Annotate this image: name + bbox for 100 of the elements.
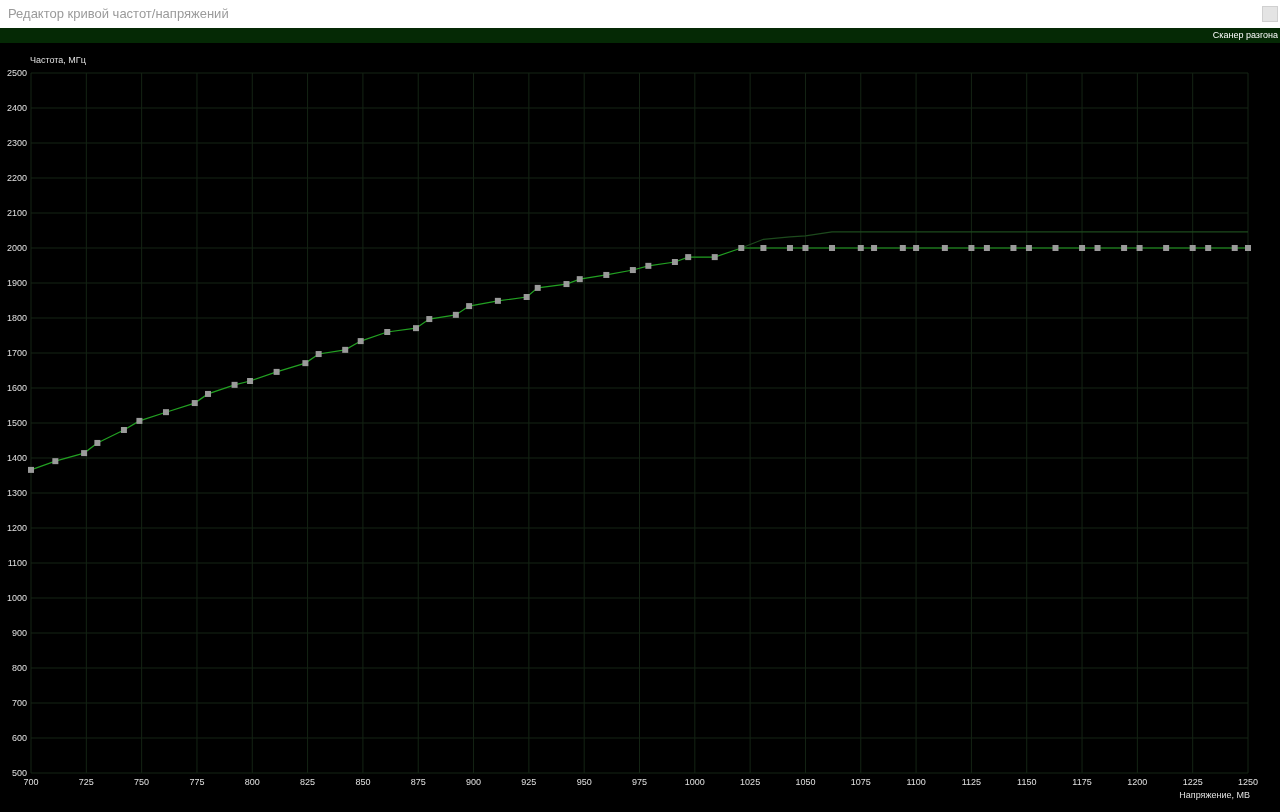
curve-point[interactable] [786, 245, 793, 251]
curve-point[interactable] [342, 346, 349, 353]
curve-point[interactable] [941, 245, 948, 251]
curve-point[interactable] [191, 400, 198, 407]
y-tick-label: 1800 [6, 313, 27, 323]
x-tick-label: 900 [466, 777, 482, 787]
x-tick-label: 950 [576, 777, 592, 787]
curve-point[interactable] [315, 351, 322, 358]
x-tick-label: 1000 [684, 777, 705, 787]
x-tick-label: 1200 [1127, 777, 1148, 787]
y-tick-label: 1300 [6, 488, 27, 498]
curve-point[interactable] [247, 378, 254, 384]
y-axis-title: Частота, МГц [30, 55, 86, 65]
x-tick-label: 1025 [740, 777, 761, 787]
curve-point[interactable] [94, 439, 101, 446]
y-tick-label: 2400 [6, 103, 27, 113]
x-tick-label: 1175 [1072, 777, 1092, 787]
y-tick-label: 2300 [6, 138, 27, 148]
curve-point[interactable] [603, 271, 610, 278]
x-tick-label: 850 [355, 777, 371, 787]
y-tick-label: 900 [11, 628, 27, 638]
curve-point[interactable] [629, 267, 636, 274]
curve-point[interactable] [534, 284, 541, 291]
curve-point[interactable] [273, 368, 280, 375]
curve-point[interactable] [52, 458, 59, 465]
curve-point[interactable] [576, 276, 583, 283]
curve-point[interactable] [413, 325, 419, 332]
curve-point[interactable] [384, 329, 391, 335]
x-tick-label: 1125 [961, 777, 982, 787]
curve-point[interactable] [983, 245, 990, 251]
curve-point[interactable] [899, 245, 906, 251]
scanner-button[interactable]: Сканер разгона [1212, 31, 1278, 40]
x-tick-label: 1075 [850, 777, 871, 787]
curve-point[interactable] [231, 381, 238, 388]
y-tick-label: 1400 [6, 453, 27, 463]
y-tick-label: 2500 [6, 68, 27, 78]
curve-point[interactable] [760, 245, 767, 251]
curve-point[interactable] [205, 390, 211, 397]
y-tick-label: 1900 [6, 278, 27, 288]
curve-point[interactable] [1189, 245, 1196, 251]
x-tick-label: 925 [521, 777, 537, 787]
curve-point[interactable] [738, 245, 745, 251]
curve-point[interactable] [968, 245, 975, 251]
curve-point[interactable] [857, 245, 864, 251]
curve-point[interactable] [563, 281, 570, 288]
curve-point[interactable] [1025, 245, 1032, 251]
curve-point[interactable] [871, 245, 878, 251]
x-tick-label: 775 [189, 777, 205, 787]
x-tick-label: 1050 [795, 777, 816, 787]
curve-point[interactable] [711, 254, 718, 261]
curve-point[interactable] [671, 259, 678, 265]
curve-point[interactable] [1121, 245, 1128, 251]
curve-point[interactable] [1205, 245, 1212, 251]
x-tick-label: 1225 [1182, 777, 1203, 787]
x-tick-label: 1100 [906, 777, 926, 787]
curve-point[interactable] [685, 254, 692, 261]
y-tick-label: 1700 [6, 348, 27, 358]
curve-point[interactable] [645, 262, 652, 269]
y-tick-label: 2100 [6, 208, 27, 218]
curve-point[interactable] [452, 311, 459, 318]
x-tick-label: 825 [300, 777, 316, 787]
y-tick-label: 1600 [6, 383, 27, 393]
curve-point[interactable] [1136, 245, 1143, 251]
curve-point[interactable] [302, 360, 309, 367]
curve-point[interactable] [1052, 245, 1059, 251]
y-tick-label: 600 [11, 733, 27, 743]
x-axis-title: Напряжение, МВ [1179, 790, 1250, 800]
curve-point[interactable] [1010, 245, 1017, 251]
y-tick-label: 2000 [6, 243, 27, 253]
curve-point[interactable] [357, 338, 364, 345]
curve-point[interactable] [28, 466, 34, 473]
curve-point[interactable] [426, 316, 433, 323]
curve-point[interactable] [1079, 245, 1086, 251]
y-tick-label: 1100 [7, 558, 27, 568]
curve-point[interactable] [120, 427, 127, 433]
curve-point[interactable] [1094, 245, 1101, 251]
x-tick-label: 975 [632, 777, 647, 787]
curve-point[interactable] [802, 245, 809, 251]
y-tick-label: 500 [11, 768, 27, 778]
x-tick-label: 725 [78, 777, 94, 787]
curve-point[interactable] [1231, 245, 1238, 251]
curve-point[interactable] [136, 417, 143, 424]
curve-point[interactable] [523, 294, 530, 300]
y-tick-label: 1000 [6, 593, 27, 603]
curve-point[interactable] [913, 245, 920, 251]
x-tick-label: 750 [134, 777, 150, 787]
y-tick-label: 1500 [6, 418, 27, 428]
curve-point[interactable] [81, 450, 88, 457]
x-tick-label: 800 [244, 777, 260, 787]
curve-point[interactable] [163, 409, 169, 416]
x-tick-label: 1250 [1238, 777, 1258, 787]
x-tick-label: 700 [23, 777, 39, 787]
curve-point[interactable] [1163, 245, 1170, 251]
y-tick-label: 1200 [6, 523, 27, 533]
curve-point[interactable] [466, 303, 473, 310]
y-tick-label: 800 [11, 663, 27, 673]
curve-point[interactable] [494, 297, 501, 304]
window-title: Редактор кривой частот/напряжений [8, 5, 229, 24]
y-tick-label: 2200 [6, 173, 27, 183]
x-tick-label: 875 [410, 777, 426, 787]
